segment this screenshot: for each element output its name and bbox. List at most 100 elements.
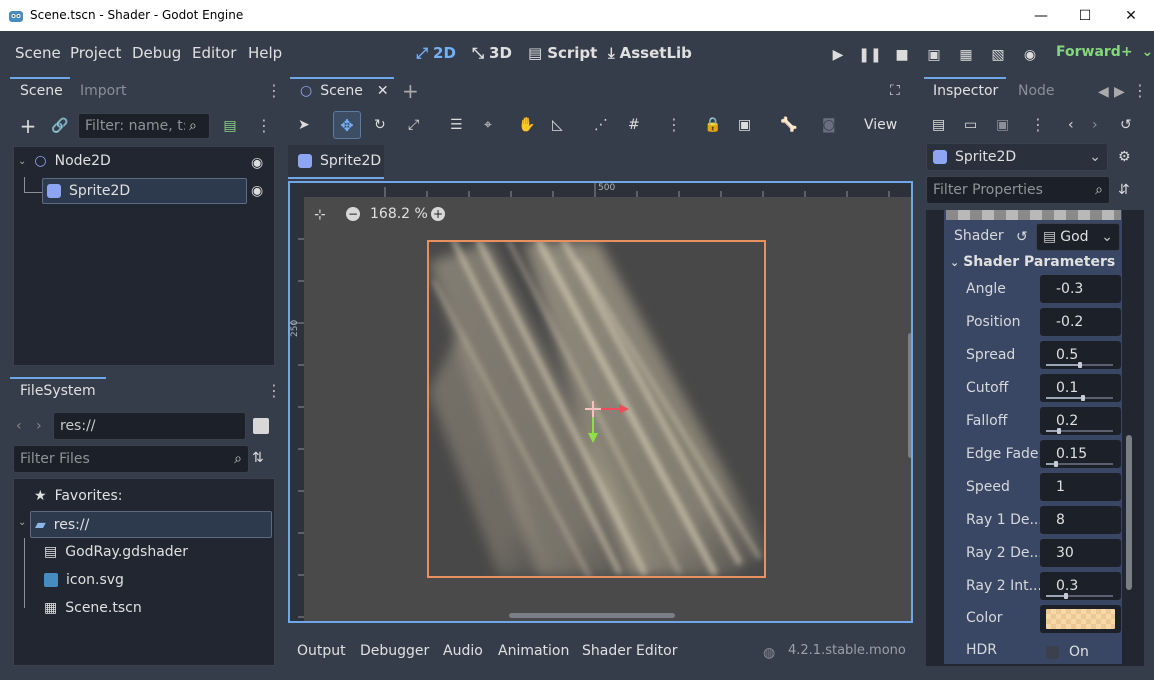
ruler-tool-icon[interactable]: ◺ [552,117,563,133]
remote-debug-icon[interactable]: ▣ [924,45,944,65]
inspector-settings-icon[interactable]: ⇵ [1118,182,1130,198]
tab-inspector[interactable]: Inspector [933,83,998,99]
update-spinner-icon[interactable]: ◍ [763,645,775,661]
close-icon[interactable]: ✕ [377,83,389,99]
tab-node[interactable]: Node [1018,83,1055,99]
pivot-tool-icon[interactable]: ⌖ [484,117,492,133]
close-window-button[interactable]: ✕ [1108,0,1154,31]
split-mode-icon[interactable] [253,418,269,434]
movie-maker-icon[interactable]: ◉ [1020,45,1040,65]
grid-snap-icon[interactable]: # [628,117,640,133]
filesystem-menu-icon[interactable]: ⋮ [266,381,282,400]
nav-forward-icon[interactable]: › [36,418,42,434]
tab-debugger[interactable]: Debugger [360,643,429,659]
object-selector[interactable]: Sprite2D ⌄ [926,143,1108,171]
filesystem-path-input[interactable]: res:// [53,412,246,440]
play-icon[interactable]: ▶ [828,45,848,65]
tree-node-sprite2d[interactable]: Sprite2D [42,178,247,204]
maximize-button[interactable]: ☐ [1062,0,1108,31]
workspace-3d-button[interactable]: ⤡ 3D [472,44,512,62]
sort-icon[interactable]: ⇅ [252,450,264,466]
rotate-tool-icon[interactable]: ↻ [374,117,386,133]
menu-editor[interactable]: Editor [192,44,236,62]
dock-right-icon[interactable]: ▶ [1114,84,1125,100]
pan-tool-icon[interactable]: ✋ [518,117,535,133]
tab-animation[interactable]: Animation [498,643,569,659]
visibility-eye-icon[interactable]: ◉ [251,155,263,171]
file-row-icon-svg[interactable]: icon.svg [44,572,124,588]
tab-filesystem[interactable]: FileSystem [20,383,96,399]
smart-snap-icon[interactable]: ⋰ [594,117,608,133]
menu-scene[interactable]: Scene [15,44,61,62]
tree-node-node2d[interactable]: ⌄ ○ Node2D [18,153,111,169]
inspector-more-icon[interactable]: ⋮ [1030,115,1046,134]
open-folder-icon[interactable]: ▭ [964,117,977,133]
param-value-field[interactable]: 0.5 [1040,341,1121,369]
param-slider[interactable] [1046,395,1113,401]
param-value-field[interactable]: 1 [1040,473,1121,501]
dock-left-icon[interactable]: ◀ [1098,84,1109,100]
tab-shader-editor[interactable]: Shader Editor [582,643,677,659]
canvas-viewport[interactable]: 500 250 ⊹ − 168.2 % + [288,181,913,623]
move-gizmo[interactable] [585,401,633,449]
workspace-assetlib-button[interactable]: ⤓ AssetLib [608,44,692,62]
inspector-scrollbar[interactable] [1126,435,1132,590]
slider-knob[interactable] [1054,461,1059,467]
tab-scene[interactable]: Scene [20,83,63,99]
scale-tool-icon[interactable]: ⤢ [408,117,419,133]
list-select-icon[interactable]: ☰ [450,117,463,133]
select-tool-icon[interactable]: ➤ [298,117,310,133]
menu-debug[interactable]: Debug [132,44,181,62]
tab-output[interactable]: Output [297,643,346,659]
instance-scene-icon[interactable]: ▤ [220,116,240,136]
horizontal-scrollbar[interactable] [509,613,675,618]
menu-project[interactable]: Project [70,44,121,62]
save-icon[interactable]: ▣ [996,117,1009,133]
param-slider[interactable] [1046,593,1113,599]
shader-parameters-section[interactable]: ⌄ Shader Parameters [950,254,1115,270]
param-value-field[interactable]: 8 [1040,506,1121,534]
play-scene-icon[interactable]: ▦ [956,45,976,65]
param-slider[interactable] [1046,362,1113,368]
history-icon[interactable]: ↺ [1120,117,1132,133]
slider-knob[interactable] [1077,362,1082,368]
node-edit-tab[interactable]: Sprite2D [288,145,384,179]
scene-dock-menu-icon[interactable]: ⋮ [266,81,282,100]
shader-resource-picker[interactable]: ▤ God ⌄ [1036,223,1120,251]
workspace-script-button[interactable]: ▤ Script [528,44,597,62]
lock-icon[interactable]: 🔒 [704,117,721,133]
play-custom-scene-icon[interactable]: ▧ [988,45,1008,65]
slider-knob[interactable] [1080,395,1085,401]
menu-help[interactable]: Help [248,44,282,62]
history-forward-icon[interactable]: › [1092,117,1098,133]
renderer-selector[interactable]: Forward+ ⌄ [1056,44,1153,60]
visibility-eye-icon[interactable]: ◉ [251,183,263,199]
tab-import[interactable]: Import [80,83,126,99]
filter-properties-input[interactable]: Filter Properties ⌕ [926,176,1110,204]
zoom-in-icon[interactable]: + [431,207,445,221]
param-value-field[interactable]: 0.1 [1040,374,1121,402]
add-tab-icon[interactable]: + [402,79,419,103]
link-icon[interactable]: 🔗 [50,116,70,136]
snap-options-icon[interactable]: ⋮ [666,115,682,134]
group-icon[interactable]: ▣ [738,117,751,133]
nav-back-icon[interactable]: ‹ [16,418,22,434]
param-value-field[interactable]: -0.2 [1040,308,1121,336]
param-slider[interactable] [1046,461,1113,467]
new-resource-icon[interactable]: ▤ [932,117,945,133]
bone-icon[interactable]: 🦴 [780,117,797,133]
tab-audio[interactable]: Audio [443,643,483,659]
scene-filter-input[interactable]: Filter: name, t:t ⌕ [78,113,210,139]
workspace-2d-button[interactable]: ⤢ 2D [416,44,456,62]
move-tool-icon[interactable]: ✥ [333,111,361,139]
param-value-field[interactable]: 30 [1040,539,1121,567]
minimize-button[interactable]: — [1018,0,1064,31]
inspector-dock-menu-icon[interactable]: ⋮ [1132,81,1148,100]
color-picker-button[interactable] [1040,605,1121,633]
stop-icon[interactable]: ■ [892,45,912,65]
zoom-out-icon[interactable]: − [346,207,360,221]
param-slider[interactable] [1046,428,1113,434]
param-value-field[interactable]: 0.3 [1040,572,1121,600]
scene-tree-menu-icon[interactable]: ⋮ [256,116,272,135]
hdr-checkbox[interactable]: On [1046,644,1089,660]
